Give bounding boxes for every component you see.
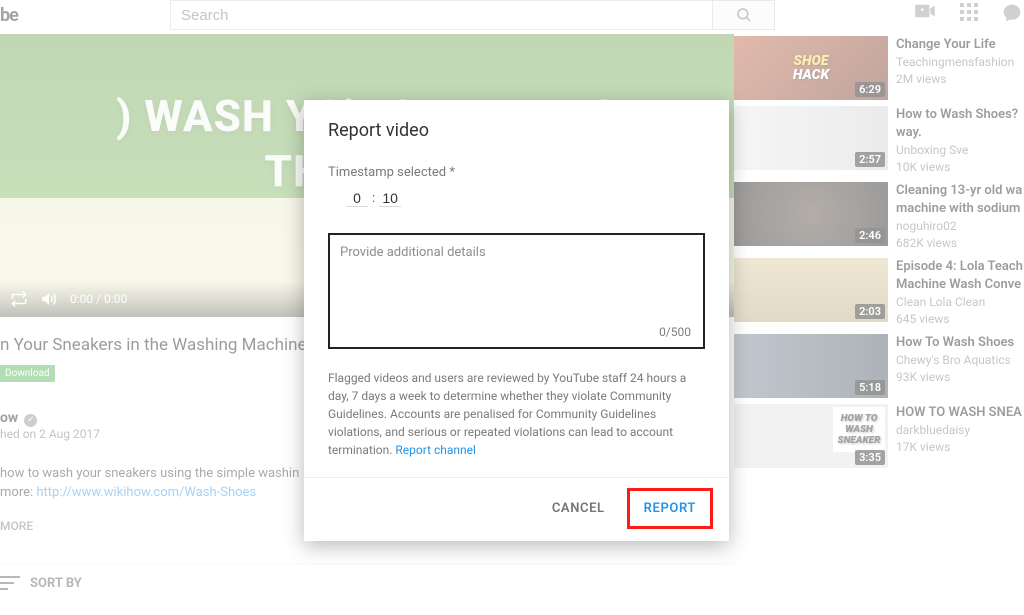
report-channel-link[interactable]: Report channel xyxy=(395,443,476,457)
timestamp-colon: : xyxy=(372,191,375,206)
timestamp-label: Timestamp selected * xyxy=(328,165,705,180)
timestamp-inputs: : xyxy=(328,190,705,207)
timestamp-minutes-input[interactable] xyxy=(346,190,368,207)
char-count: 0/500 xyxy=(659,325,691,339)
timestamp-seconds-input[interactable] xyxy=(379,190,401,207)
report-button[interactable]: Report xyxy=(627,488,713,529)
dialog-title: Report video xyxy=(328,120,705,141)
details-field-container: 0/500 xyxy=(328,233,705,349)
dialog-actions: Cancel Report xyxy=(304,477,729,541)
disclaimer-body: Flagged videos and users are reviewed by… xyxy=(328,371,686,457)
disclaimer-text: Flagged videos and users are reviewed by… xyxy=(328,369,705,459)
details-textarea[interactable] xyxy=(340,245,693,325)
report-video-dialog: Report video Timestamp selected * : 0/50… xyxy=(304,100,729,541)
cancel-button[interactable]: Cancel xyxy=(538,491,619,526)
